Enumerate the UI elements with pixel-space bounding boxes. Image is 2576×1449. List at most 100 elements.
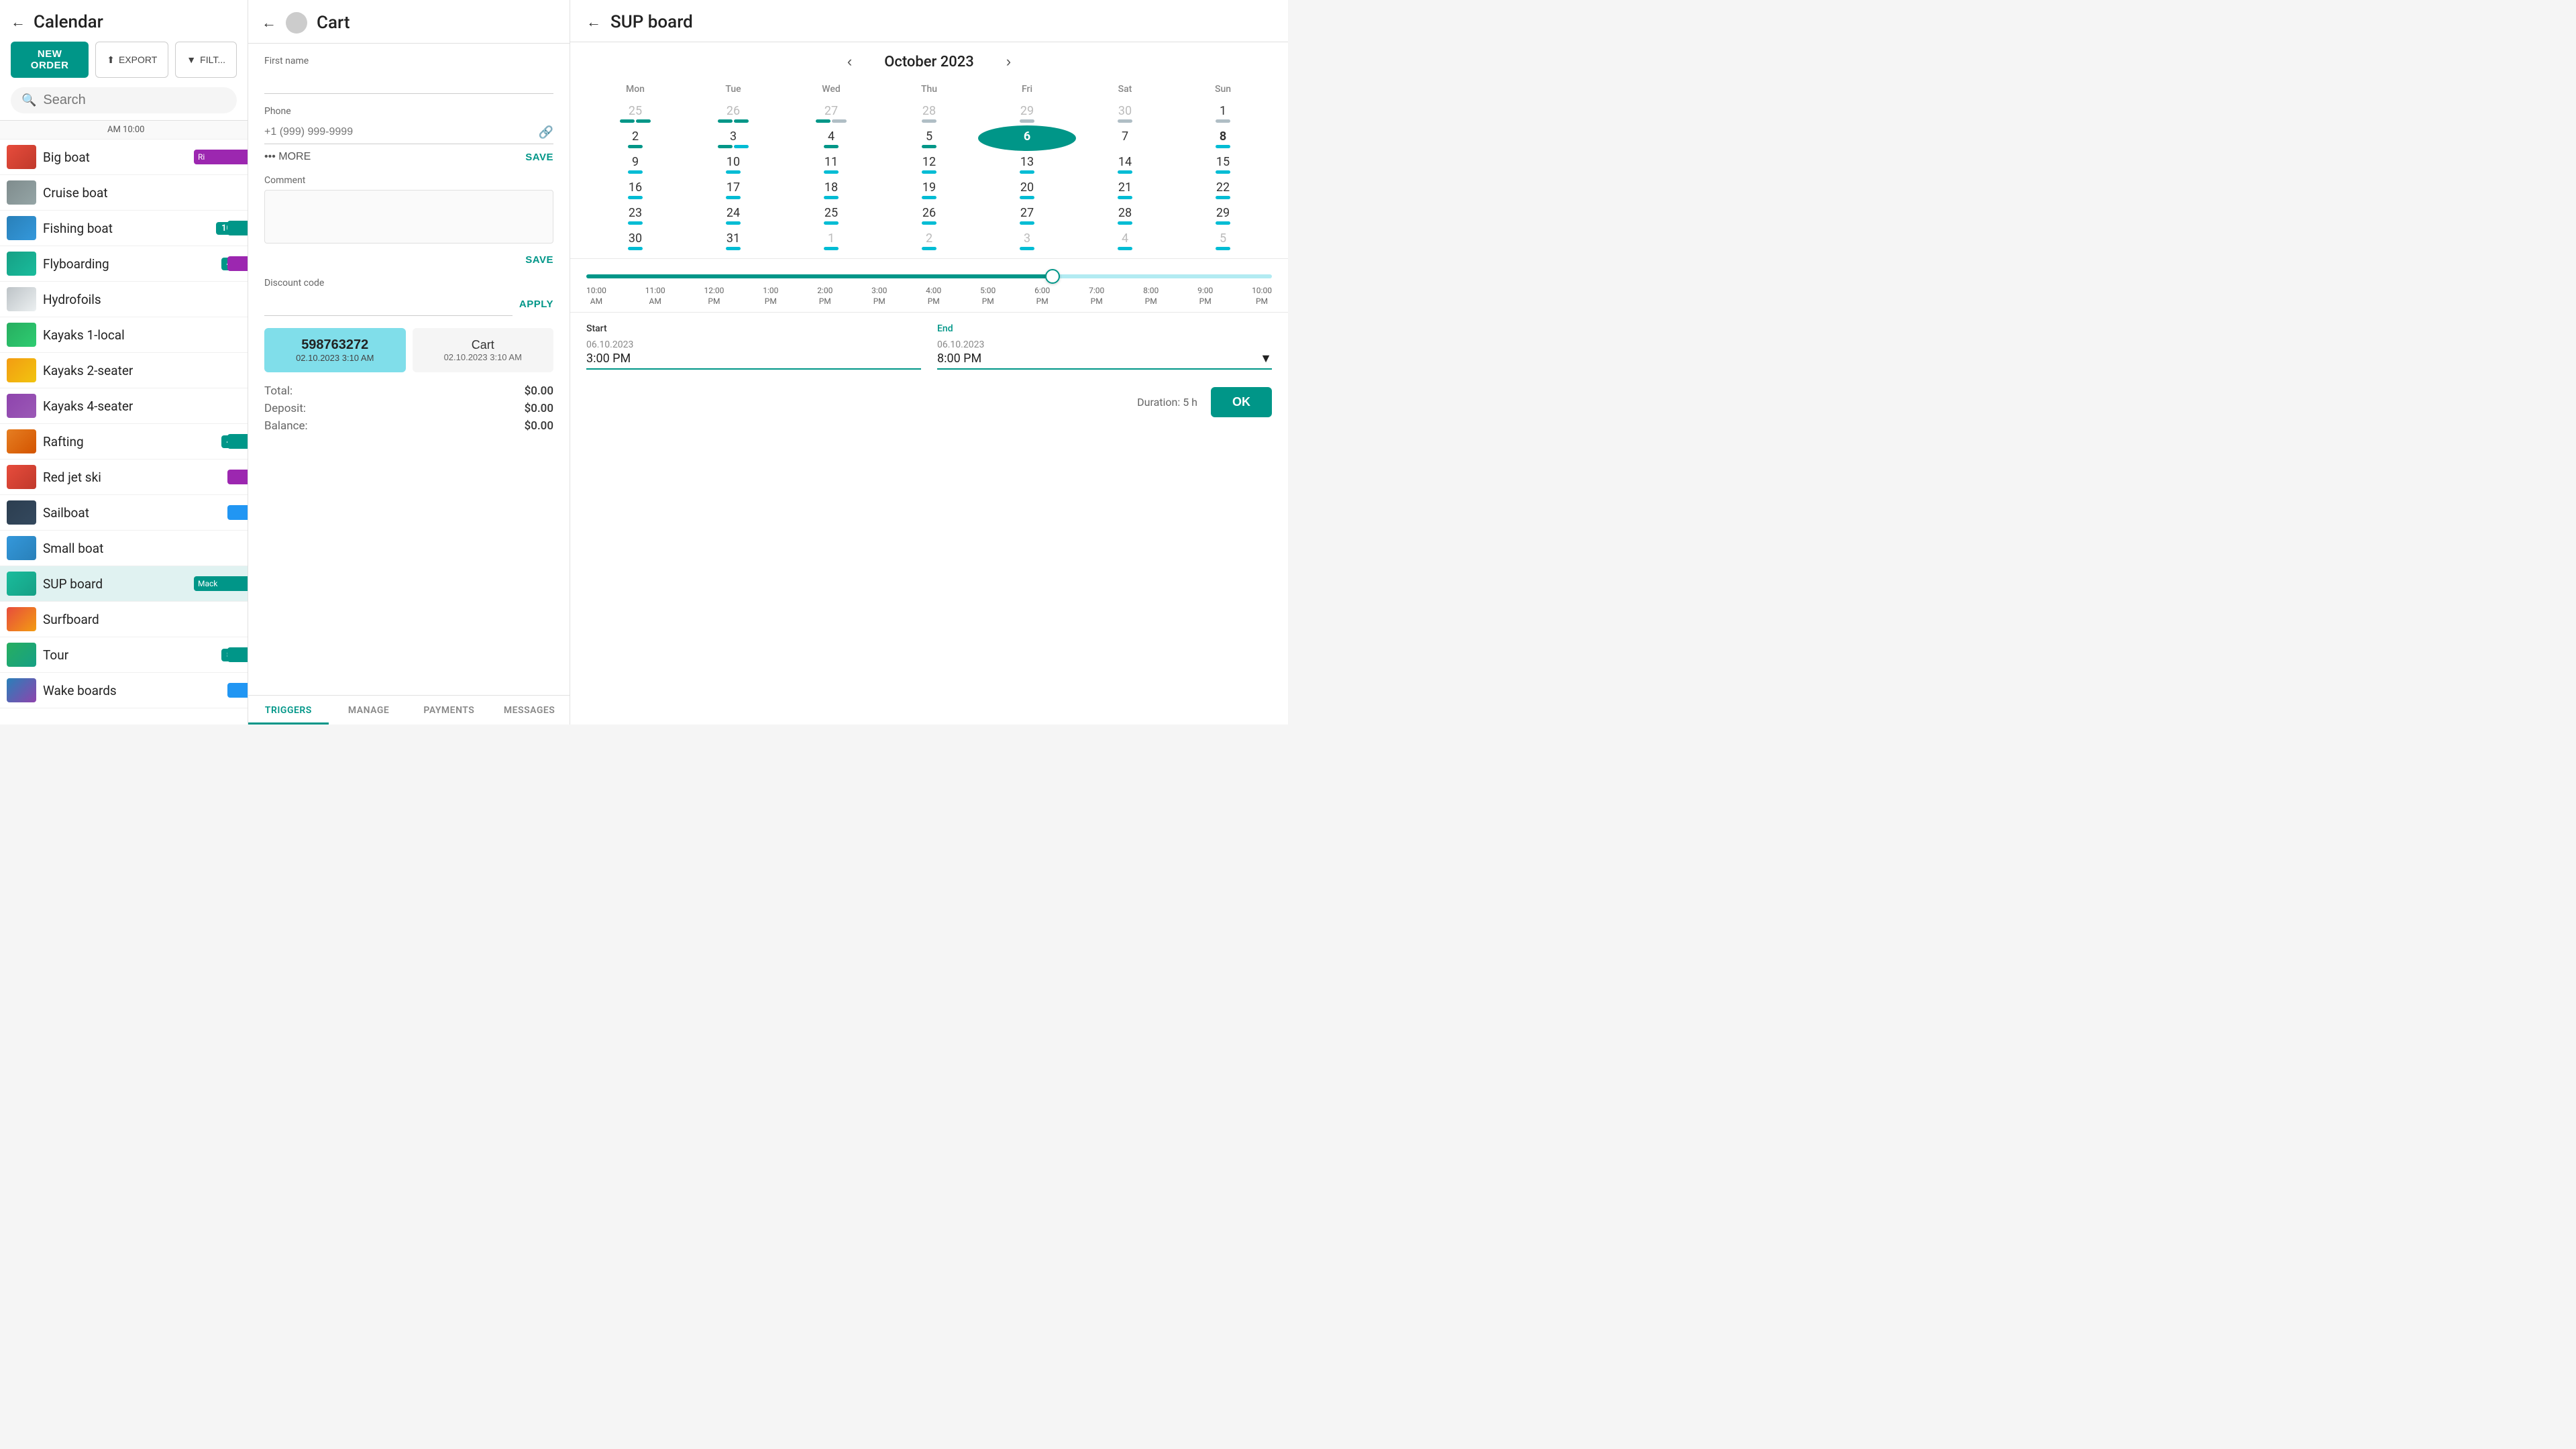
end-time-input[interactable]: 8:00 PM ▼: [937, 352, 1272, 370]
resource-item[interactable]: Big boatRi: [0, 140, 248, 175]
end-time-dropdown-icon[interactable]: ▼: [1260, 352, 1272, 366]
calendar-day[interactable]: 27: [978, 202, 1076, 227]
sup-back-button[interactable]: ←: [586, 15, 601, 30]
more-button[interactable]: ••• MORE: [264, 151, 311, 163]
calendar-day[interactable]: 1: [782, 227, 880, 253]
save-top-button[interactable]: SAVE: [525, 152, 553, 163]
ok-button[interactable]: OK: [1211, 387, 1272, 417]
tab-payments[interactable]: PAYMENTS: [409, 696, 490, 724]
calendar-day[interactable]: 13: [978, 151, 1076, 176]
calendar-day[interactable]: 27: [782, 100, 880, 125]
external-link-icon[interactable]: 🔗: [539, 125, 553, 140]
event-bar: [227, 256, 248, 271]
calendar-day[interactable]: 11: [782, 151, 880, 176]
calendar-month: October 2023: [884, 54, 974, 70]
calendar-day[interactable]: 19: [880, 176, 978, 202]
calendar-day[interactable]: 20: [978, 176, 1076, 202]
calendar-day[interactable]: 15: [1174, 151, 1272, 176]
balance-label: Balance:: [264, 419, 308, 433]
order-id-button[interactable]: 598763272 02.10.2023 3:10 AM: [264, 328, 406, 372]
total-value: $0.00: [525, 384, 553, 398]
calendar-dot-row: [684, 247, 782, 250]
calendar-day[interactable]: 2: [586, 125, 684, 151]
calendar-day[interactable]: 16: [586, 176, 684, 202]
calendar-day[interactable]: 10: [684, 151, 782, 176]
resource-item[interactable]: Kayaks 4-seater: [0, 388, 248, 424]
discount-label: Discount code: [264, 278, 553, 288]
calendar-day[interactable]: 12: [880, 151, 978, 176]
calendar-day[interactable]: 24: [684, 202, 782, 227]
tab-triggers[interactable]: TRIGGERS: [248, 696, 329, 724]
resource-item[interactable]: Rafting4: [0, 424, 248, 460]
calendar-day[interactable]: 4: [782, 125, 880, 151]
tab-manage[interactable]: MANAGE: [329, 696, 409, 724]
resource-item[interactable]: Tour5: [0, 637, 248, 673]
calendar-day[interactable]: 28: [1076, 202, 1174, 227]
calendar-day[interactable]: 26: [684, 100, 782, 125]
resource-name: Flyboarding: [43, 256, 221, 272]
calendar-day[interactable]: 5: [880, 125, 978, 151]
discount-input[interactable]: [264, 292, 513, 316]
save-bottom-button[interactable]: SAVE: [525, 254, 553, 266]
resource-item[interactable]: Red jet ski: [0, 460, 248, 495]
calendar-day[interactable]: 21: [1076, 176, 1174, 202]
calendar-day[interactable]: 8: [1174, 125, 1272, 151]
calendar-dot-row: [1076, 221, 1174, 225]
export-button[interactable]: ⬆ EXPORT: [95, 42, 168, 78]
event-bar: Mack: [194, 576, 248, 591]
calendar-day[interactable]: 25: [586, 100, 684, 125]
calendar-day[interactable]: 3: [684, 125, 782, 151]
resource-item[interactable]: Cruise boat: [0, 175, 248, 211]
slider-container[interactable]: [586, 270, 1272, 283]
filter-button[interactable]: ▼ FILT...: [175, 42, 237, 78]
next-month-button[interactable]: ›: [1001, 53, 1016, 70]
resource-item[interactable]: Hydrofoils: [0, 282, 248, 317]
calendar-day[interactable]: 9: [586, 151, 684, 176]
calendar-day[interactable]: 29: [1174, 202, 1272, 227]
apply-button[interactable]: APPLY: [519, 299, 553, 310]
phone-input[interactable]: [264, 121, 539, 144]
resource-item[interactable]: Surfboard: [0, 602, 248, 637]
new-order-button[interactable]: NEW ORDER: [11, 42, 89, 78]
calendar-day[interactable]: 2: [880, 227, 978, 253]
resource-item[interactable]: Wake boards: [0, 673, 248, 708]
cart-back-button[interactable]: ←: [262, 15, 276, 30]
calendar-day[interactable]: 14: [1076, 151, 1174, 176]
calendar-day[interactable]: 7: [1076, 125, 1174, 151]
calendar-day[interactable]: 31: [684, 227, 782, 253]
calendar-dot-row: [1076, 170, 1174, 174]
resource-thumbnail: [7, 287, 36, 311]
calendar-day[interactable]: 30: [586, 227, 684, 253]
calendar-day[interactable]: 1: [1174, 100, 1272, 125]
calendar-dot: [1118, 170, 1132, 174]
tab-messages[interactable]: MESSAGES: [489, 696, 570, 724]
calendar-day[interactable]: 29: [978, 100, 1076, 125]
calendar-day[interactable]: 25: [782, 202, 880, 227]
calendar-day[interactable]: 3: [978, 227, 1076, 253]
search-input[interactable]: [43, 93, 226, 108]
calendar-day[interactable]: 18: [782, 176, 880, 202]
slider-thumb[interactable]: [1045, 269, 1060, 284]
resource-item[interactable]: Small boat: [0, 531, 248, 566]
calendar-day[interactable]: 6: [978, 125, 1076, 151]
resource-item[interactable]: Flyboarding4: [0, 246, 248, 282]
calendar-day[interactable]: 28: [880, 100, 978, 125]
calendar-day[interactable]: 22: [1174, 176, 1272, 202]
calendar-day[interactable]: 23: [586, 202, 684, 227]
prev-month-button[interactable]: ‹: [842, 53, 857, 70]
resource-item[interactable]: Kayaks 2-seater: [0, 353, 248, 388]
first-name-input[interactable]: [264, 70, 553, 94]
calendar-day[interactable]: 26: [880, 202, 978, 227]
cart-button[interactable]: Cart 02.10.2023 3:10 AM: [413, 328, 554, 372]
calendar-back-button[interactable]: ←: [11, 15, 25, 30]
start-time-input[interactable]: 3:00 PM: [586, 352, 921, 370]
resource-item[interactable]: Fishing boat10: [0, 211, 248, 246]
calendar-day[interactable]: 17: [684, 176, 782, 202]
calendar-day[interactable]: 4: [1076, 227, 1174, 253]
resource-item[interactable]: Sailboat: [0, 495, 248, 531]
calendar-day[interactable]: 5: [1174, 227, 1272, 253]
calendar-day[interactable]: 30: [1076, 100, 1174, 125]
resource-item[interactable]: SUP board3Mack: [0, 566, 248, 602]
resource-item[interactable]: Kayaks 1-local: [0, 317, 248, 353]
comment-textarea[interactable]: [264, 190, 553, 244]
